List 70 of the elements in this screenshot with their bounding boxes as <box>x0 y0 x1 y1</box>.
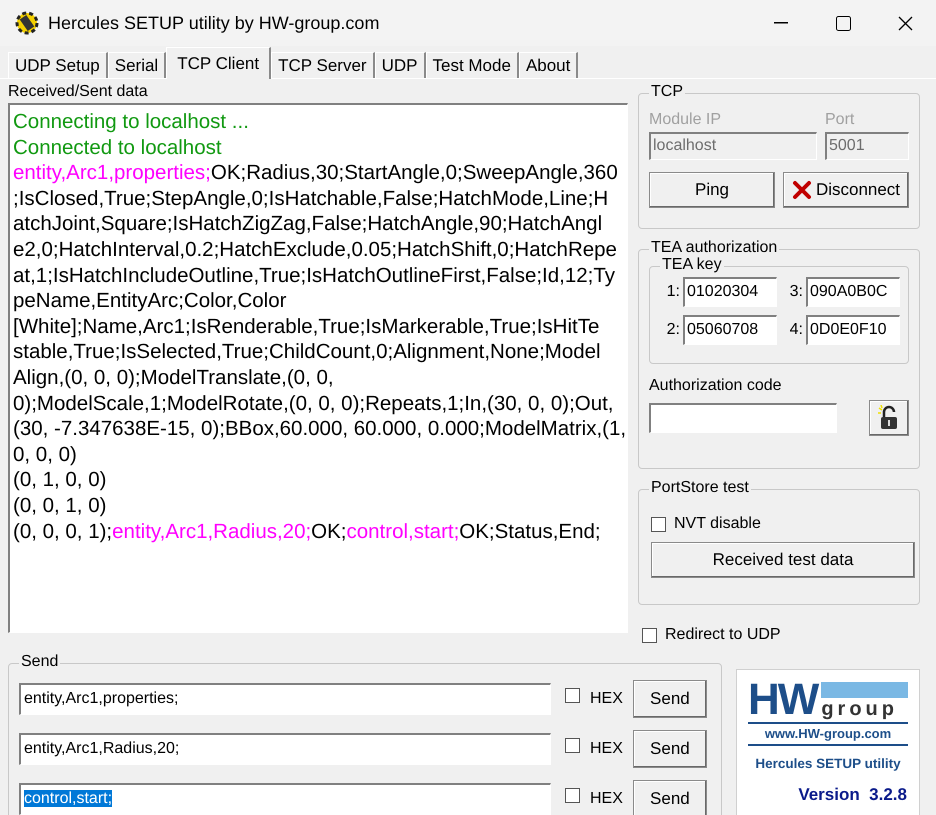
window-title: Hercules SETUP utility by HW-group.com <box>48 12 380 35</box>
send-button[interactable]: Send <box>632 730 707 768</box>
log-line: 0);ModelScale,1;ModelRotate,(0, 0, 0);Repeats,1;In,(30, 0, 0);Out, <box>13 390 615 416</box>
tab[interactable]: About <box>518 52 578 78</box>
log-line: at,1;IsHatchIncludeOutline,True;IsHatchOutlineFirst,False;Id,12;Ty <box>13 262 616 288</box>
disconnect-button[interactable]: Disconnect <box>783 172 909 208</box>
key-field[interactable]: 090A0B0C <box>806 277 900 307</box>
app-icon <box>14 10 40 36</box>
key-label: 4: <box>790 320 803 340</box>
tab[interactable]: UDP <box>374 52 426 78</box>
key-label: 1: <box>666 282 680 302</box>
logo-subtitle: group <box>821 698 899 720</box>
send-input-field[interactable]: control,start; <box>19 783 551 815</box>
checkbox-label: NVT disable <box>674 514 761 534</box>
log-line: e2,0;HatchInterval,0.2;HatchExclude,0.05;HatchShift,0;HatchRepe <box>13 236 618 263</box>
checkbox-label: Redirect to UDP <box>665 625 781 645</box>
group-title: TEA key <box>660 255 724 275</box>
send-button[interactable]: Send <box>632 780 707 815</box>
key-field[interactable]: 0D0E0F10 <box>806 315 900 345</box>
minimize-icon <box>774 22 788 24</box>
cross-icon <box>792 180 812 200</box>
log-line: (0, 0, 1, 0) <box>13 492 108 518</box>
send-button[interactable]: Send <box>632 680 707 718</box>
hex-checkbox[interactable] <box>565 738 580 753</box>
received-test-data-button[interactable]: Received test data <box>651 542 915 578</box>
checkbox-label: HEX <box>590 789 623 809</box>
hex-checkbox[interactable] <box>565 688 580 703</box>
key-field[interactable]: 01020304 <box>683 277 777 307</box>
tab[interactable]: Serial <box>108 52 166 78</box>
checkbox-label: HEX <box>590 739 623 759</box>
key-label: 3: <box>790 282 803 302</box>
log-line: (0, 0, 0, 1);entity,Arc1,Radius,20;OK;control,start;OK;Status,End; <box>13 518 602 544</box>
tab[interactable]: TCP Client <box>166 47 272 79</box>
field-label: Module IP <box>649 110 722 130</box>
log-line: [White];Name,Arc1;IsRenderable,True;IsMarkerable,True;IsHitTe <box>13 314 600 340</box>
close-icon <box>898 16 912 30</box>
log-line: Align,(0, 0, 0);ModelTranslate,(0, 0, <box>13 364 335 391</box>
send-input-field[interactable]: entity,Arc1,properties; <box>19 683 551 715</box>
key-field[interactable]: 05060708 <box>683 315 777 345</box>
version-text: Version 3.2.8 <box>798 784 907 806</box>
field-label: Authorization code <box>649 376 783 396</box>
log-line: stable,True;IsSelected,True;ChildCount,0;Alignment,None;Model <box>13 339 602 365</box>
nvt-checkbox[interactable] <box>651 516 666 532</box>
log-line: Connecting to localhost ... <box>13 109 250 135</box>
send-input-field[interactable]: entity,Arc1,Radius,20; <box>19 733 551 765</box>
field-label: Port <box>825 110 856 130</box>
authorization-code-field[interactable] <box>649 403 837 433</box>
redirect-checkbox[interactable] <box>642 628 657 642</box>
log-line: peName,EntityArc;Color,Color <box>13 288 288 314</box>
log-line: (30, -7.347638E-15, 0);BBox,60.000, 60.000, 0.000;ModelMatrix,(1, <box>13 416 624 442</box>
lock-button[interactable] <box>869 400 909 436</box>
tab[interactable]: TCP Server <box>271 52 375 78</box>
logo-url: www.HW-group.com <box>748 724 908 746</box>
log-line: Connected to localhost <box>13 134 223 160</box>
hex-checkbox[interactable] <box>565 788 580 803</box>
log-line: 0, 0, 0) <box>13 442 78 468</box>
ping-button[interactable]: Ping <box>649 172 775 208</box>
product-name: Hercules SETUP utility <box>755 754 901 773</box>
log-line: entity,Arc1,properties;OK;Radius,30;StartAngle,0;SweepAngle,360 <box>13 160 619 186</box>
log-line: ;IsClosed,True;StepAngle,0;IsHatchable,False;HatchMode,Line;H <box>13 186 610 212</box>
tab[interactable]: Test Mode <box>426 52 519 78</box>
log-line: (0, 1, 0, 0) <box>13 467 108 493</box>
tab[interactable]: UDP Setup <box>8 52 108 78</box>
maximize-icon <box>836 16 850 30</box>
key-label: 2: <box>666 320 680 340</box>
panel-label: Received/Sent data <box>8 83 149 101</box>
logo-brand: HW <box>748 680 818 720</box>
checkbox-label: HEX <box>590 689 623 709</box>
received-data-area[interactable] <box>8 103 628 633</box>
log-line: atchJoint,Square;IsHatchZigZag,False;HatchAngle,90;HatchAngl <box>13 211 604 237</box>
